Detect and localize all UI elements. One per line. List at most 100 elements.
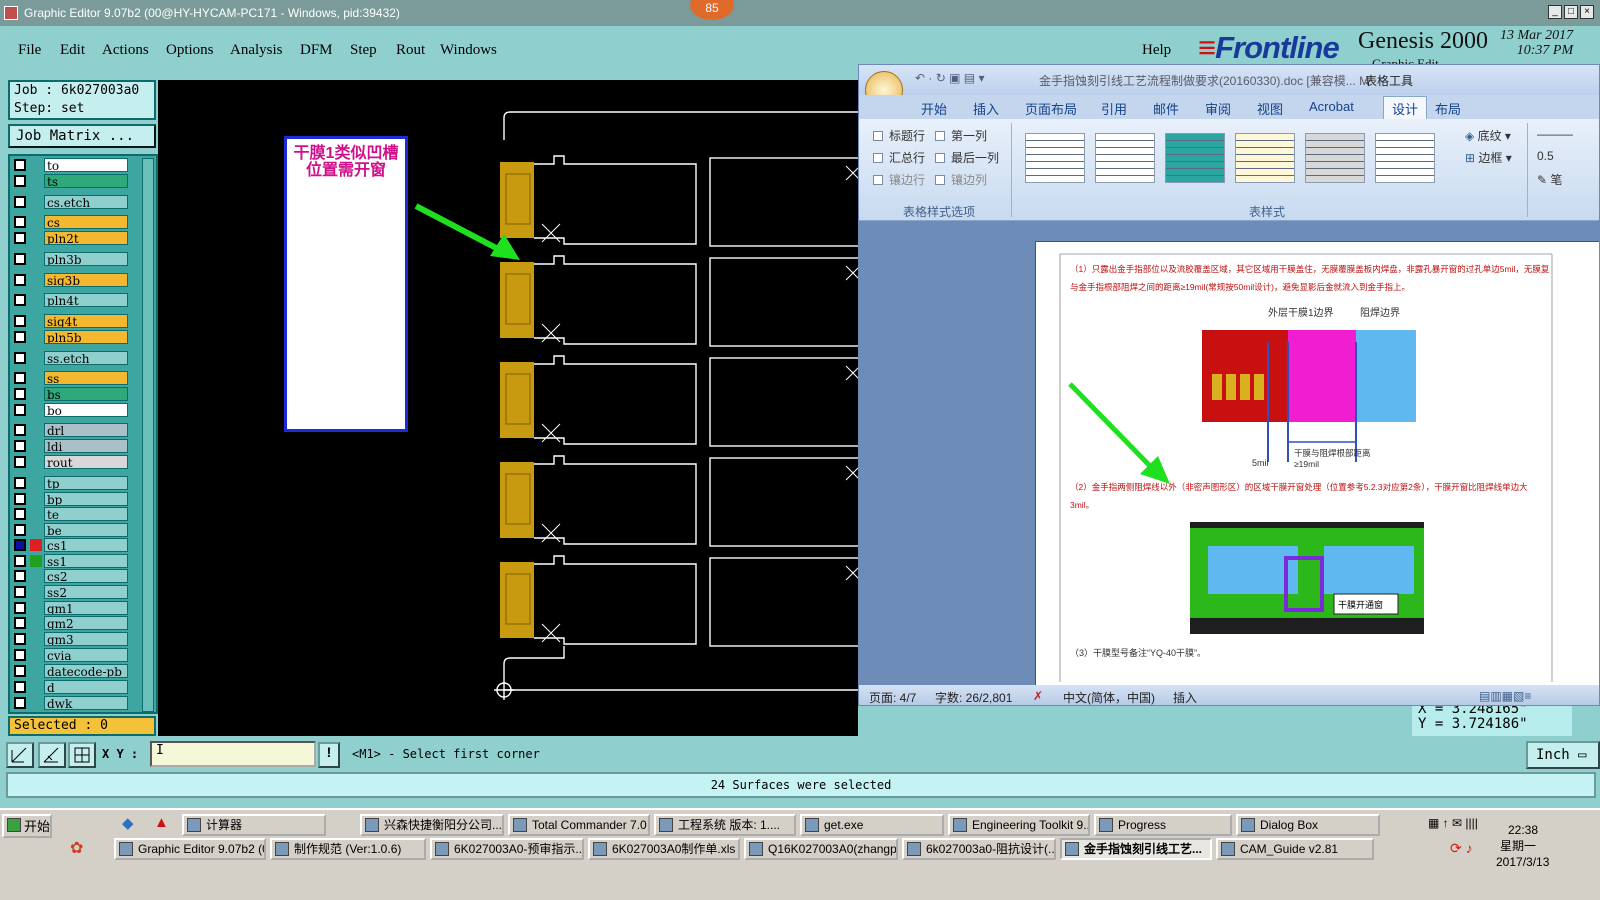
tray-icons[interactable]: ▦ ↑ ✉ ||||: [1428, 816, 1478, 830]
layer-checkbox[interactable]: [14, 539, 26, 551]
taskbar-button[interactable]: 金手指蚀刻引线工艺...: [1060, 838, 1212, 860]
start-button[interactable]: 开始: [2, 814, 52, 838]
layer-name[interactable]: drl: [44, 423, 128, 437]
layer-name[interactable]: ts: [44, 174, 128, 188]
layer-row[interactable]: rout: [10, 455, 140, 470]
tab-design[interactable]: 设计: [1383, 96, 1428, 120]
layer-checkbox[interactable]: [14, 477, 26, 489]
layer-name[interactable]: to: [44, 158, 128, 172]
view-buttons[interactable]: ▤▥▦▧≡: [1479, 689, 1531, 703]
layer-row[interactable]: to: [10, 158, 140, 173]
layer-name[interactable]: ss.etch: [44, 351, 128, 365]
layer-row[interactable]: bp: [10, 492, 140, 507]
tab-acrobat[interactable]: Acrobat: [1309, 99, 1354, 114]
taskbar-button[interactable]: Total Commander 7.0 ...: [508, 814, 650, 836]
option-first-column[interactable]: 第一列: [935, 127, 987, 144]
layer-row[interactable]: tp: [10, 476, 140, 491]
layer-name[interactable]: pln4t: [44, 293, 128, 307]
layer-row[interactable]: cvia: [10, 648, 140, 663]
layer-row[interactable]: cs.etch: [10, 195, 140, 210]
layer-row[interactable]: ts: [10, 174, 140, 189]
layer-name[interactable]: pln2t: [44, 231, 128, 245]
layer-scrollbar[interactable]: [142, 158, 154, 712]
taskbar-button[interactable]: Q16K027003A0(zhangp)...: [744, 838, 898, 860]
layer-name[interactable]: te: [44, 507, 128, 521]
layer-checkbox[interactable]: [14, 175, 26, 187]
layer-name[interactable]: ss1: [44, 554, 128, 568]
status-words[interactable]: 字数: 26/2,801: [935, 689, 1012, 705]
layer-name[interactable]: rout: [44, 455, 128, 469]
taskbar-button[interactable]: 6K027003A0制作单.xls ...: [588, 838, 740, 860]
layer-checkbox[interactable]: [14, 665, 26, 677]
layer-checkbox[interactable]: [14, 493, 26, 505]
layer-checkbox[interactable]: [14, 352, 26, 364]
layer-row[interactable]: pln4t: [10, 293, 140, 308]
table-style-swatch[interactable]: [1165, 133, 1225, 183]
layer-checkbox[interactable]: [14, 216, 26, 228]
layer-checkbox[interactable]: [14, 424, 26, 436]
layer-row[interactable]: ss: [10, 371, 140, 386]
snap-grid-button[interactable]: [68, 742, 96, 768]
taskbar-button[interactable]: 兴森快捷衡阳分公司...: [360, 814, 504, 836]
option-last-column[interactable]: 最后一列: [935, 149, 999, 166]
layer-color-swatch[interactable]: [30, 555, 42, 567]
layer-checkbox[interactable]: [14, 456, 26, 468]
layer-row[interactable]: te: [10, 507, 140, 522]
word-window[interactable]: ↶ · ↻ ▣ ▤ ▾ 金手指蚀刻引线工艺流程制做要求(20160330).do…: [858, 64, 1600, 706]
table-style-swatch[interactable]: [1025, 133, 1085, 183]
layer-checkbox[interactable]: [14, 602, 26, 614]
layer-checkbox[interactable]: [14, 633, 26, 645]
layer-name[interactable]: pln5b: [44, 330, 128, 344]
layer-row[interactable]: pln2t: [10, 231, 140, 246]
layer-name[interactable]: ss: [44, 371, 128, 385]
status-insert-mode[interactable]: 插入: [1173, 689, 1197, 705]
menu-analysis[interactable]: Analysis: [230, 42, 283, 59]
layer-checkbox[interactable]: [14, 649, 26, 661]
taskbar-button[interactable]: 制作规范 (Ver:1.0.6): [270, 838, 426, 860]
layer-name[interactable]: bp: [44, 492, 128, 506]
layer-checkbox[interactable]: [14, 697, 26, 709]
taskbar-button[interactable]: 工程系统 版本: 1....: [654, 814, 796, 836]
layer-name[interactable]: tp: [44, 476, 128, 490]
layer-row[interactable]: ss.etch: [10, 351, 140, 366]
layer-checkbox[interactable]: [14, 274, 26, 286]
layer-checkbox[interactable]: [14, 508, 26, 520]
layer-checkbox[interactable]: [14, 555, 26, 567]
menu-edit[interactable]: Edit: [60, 42, 85, 59]
maximize-button[interactable]: □: [1564, 5, 1578, 19]
menu-windows[interactable]: Windows: [440, 42, 497, 59]
table-style-swatch[interactable]: [1235, 133, 1295, 183]
layer-checkbox[interactable]: [14, 404, 26, 416]
tab-view[interactable]: 视图: [1257, 99, 1283, 118]
minimize-button[interactable]: _: [1548, 5, 1562, 19]
layer-name[interactable]: gm1: [44, 601, 128, 615]
layer-name[interactable]: d: [44, 680, 128, 694]
layer-checkbox[interactable]: [14, 617, 26, 629]
layer-checkbox[interactable]: [14, 196, 26, 208]
zoom-window-button[interactable]: [6, 742, 34, 768]
taskbar-button[interactable]: 6k027003a0-阻抗设计(...: [902, 838, 1056, 860]
layer-row[interactable]: drl: [10, 423, 140, 438]
layer-checkbox[interactable]: [14, 388, 26, 400]
layer-row[interactable]: dwk: [10, 696, 140, 711]
pen-style-line[interactable]: ———: [1537, 127, 1573, 141]
option-total-row[interactable]: 汇总行: [873, 149, 925, 166]
layer-row[interactable]: cs2: [10, 569, 140, 584]
layer-row[interactable]: ss2: [10, 585, 140, 600]
layer-row[interactable]: gm1: [10, 601, 140, 616]
layer-checkbox[interactable]: [14, 681, 26, 693]
pen-weight[interactable]: 0.5: [1537, 149, 1554, 163]
layer-checkbox[interactable]: [14, 586, 26, 598]
taskbar-button[interactable]: Engineering Toolkit 9....: [948, 814, 1090, 836]
layer-row[interactable]: bs: [10, 387, 140, 402]
xy-input[interactable]: I: [150, 741, 316, 767]
quick-access-toolbar[interactable]: ↶ · ↻ ▣ ▤ ▾: [915, 71, 984, 85]
layer-row[interactable]: be: [10, 523, 140, 538]
option-banded-columns[interactable]: 镶边列: [935, 171, 987, 188]
status-language[interactable]: 中文(简体，中国): [1063, 689, 1155, 705]
layer-row[interactable]: pln5b: [10, 330, 140, 345]
layer-name[interactable]: cs1: [44, 538, 128, 552]
layer-name[interactable]: dwk: [44, 696, 128, 710]
graphic-canvas[interactable]: 干膜1类似凹槽位置需开窗: [158, 80, 858, 736]
info-button[interactable]: !: [318, 742, 340, 768]
